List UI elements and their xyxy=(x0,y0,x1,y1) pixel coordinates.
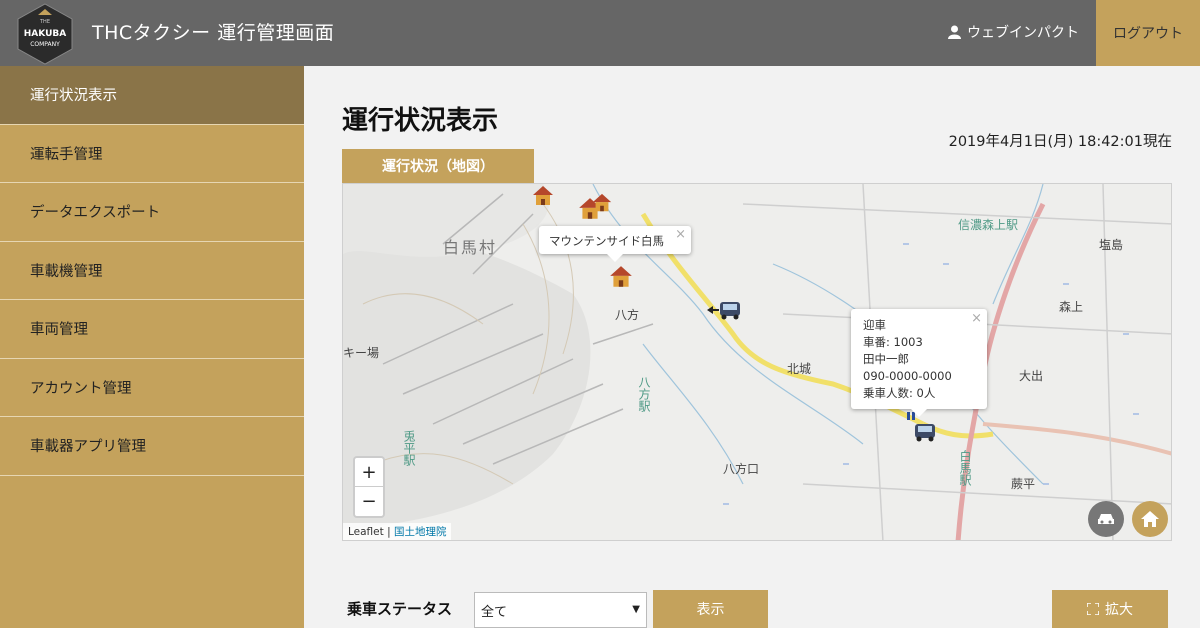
sidebar-item-operation-status[interactable]: 運行状況表示 xyxy=(0,66,304,125)
sidebar-item-onboard-device-management[interactable]: 車載機管理 xyxy=(0,242,304,300)
page-title: 運行状況表示 xyxy=(342,106,499,136)
hotel-marker-icon[interactable] xyxy=(608,264,634,290)
map-view[interactable]: 白馬村 信濃森上駅 塩島 八方 キー場 八方駅 北城 森上 大出 兎平駅 八方口… xyxy=(342,183,1172,541)
vehicle-status: 迎車 xyxy=(863,318,886,332)
hotel-popup: マウンテンサイド白馬 × xyxy=(539,226,691,262)
home-button[interactable] xyxy=(1132,501,1168,537)
logo-line2: HAKUBA xyxy=(24,29,66,39)
vehicle-passengers: 乗車人数: 0人 xyxy=(863,386,936,400)
vehicle-center-button[interactable] xyxy=(1088,501,1124,537)
vehicle-popup: 迎車 車番: 1003 田中一郎 090-0000-0000 乗車人数: 0人 … xyxy=(851,309,987,417)
ride-status-select[interactable]: 全て ▼ xyxy=(474,592,647,628)
current-datetime: 2019年4月1日(月) 18:42:01現在 xyxy=(948,134,1172,150)
map-label-shinano-moriue-station: 信濃森上駅 xyxy=(958,218,1019,232)
expand-icon xyxy=(1087,603,1099,615)
vehicle-phone: 090-0000-0000 xyxy=(863,369,952,383)
sidebar-nav: 運行状況表示 運転手管理 データエクスポート 車載機管理 車両管理 アカウント管… xyxy=(0,66,304,628)
attribution-separator: | xyxy=(383,526,394,538)
zoom-out-button[interactable]: − xyxy=(355,487,383,516)
sidebar-item-driver-management[interactable]: 運転手管理 xyxy=(0,125,304,183)
zoom-in-button[interactable]: + xyxy=(355,458,383,487)
map-label-happo: 八方 xyxy=(615,308,640,322)
expand-button[interactable]: 拡大 xyxy=(1052,590,1168,628)
user-name: ウェブインパクト xyxy=(967,25,1079,41)
show-button[interactable]: 表示 xyxy=(653,590,768,628)
car-icon xyxy=(1098,514,1114,524)
user-icon xyxy=(948,25,961,39)
tab-map-status[interactable]: 運行状況（地図） xyxy=(342,149,534,183)
map-label-hakuba-village: 白馬村 xyxy=(443,238,498,257)
close-icon[interactable]: × xyxy=(675,227,686,242)
map-label-shiojima: 塩島 xyxy=(1099,238,1124,252)
map-label-oode: 大出 xyxy=(1019,369,1044,383)
map-label-hakuba-station: 白馬駅 xyxy=(958,450,972,486)
map-label-usagidaira-station: 兎平駅 xyxy=(402,430,416,466)
sidebar-item-device-app-management[interactable]: 車載器アプリ管理 xyxy=(0,417,304,476)
sidebar-item-vehicle-management[interactable]: 車両管理 xyxy=(0,300,304,359)
map-label-moriue: 森上 xyxy=(1059,300,1084,314)
dropdown-arrow-icon: ▼ xyxy=(632,604,640,615)
current-user: ウェブインパクト xyxy=(948,22,1079,42)
close-icon[interactable]: × xyxy=(971,310,982,327)
attribution-leaflet[interactable]: Leaflet xyxy=(348,526,384,538)
ride-status-selected: 全て xyxy=(481,604,508,620)
sidebar-item-data-export[interactable]: データエクスポート xyxy=(0,183,304,242)
logo-line3: COMPANY xyxy=(30,41,60,48)
map-label-happo-station: 八方駅 xyxy=(637,376,651,412)
expand-label: 拡大 xyxy=(1105,602,1133,618)
taxi-marker-icon[interactable] xyxy=(913,420,937,444)
app-header: THE HAKUBA COMPANY THCタクシー 運行管理画面 ウェブインパ… xyxy=(0,0,1200,66)
map-attribution: Leaflet | 国土地理院 xyxy=(343,523,452,540)
logo-line1: THE xyxy=(39,19,50,25)
sidebar-item-account-management[interactable]: アカウント管理 xyxy=(0,359,304,417)
vehicle-number: 車番: 1003 xyxy=(863,335,923,349)
hotel-marker-icon[interactable] xyxy=(591,192,613,214)
hotel-popup-text: マウンテンサイド白馬 xyxy=(549,234,664,248)
map-label-hokujo: 北城 xyxy=(787,362,812,376)
vehicle-driver: 田中一郎 xyxy=(863,352,909,366)
map-label-warabidaira: 蕨平 xyxy=(1011,477,1036,491)
map-label-ski-area: キー場 xyxy=(343,346,380,360)
home-icon xyxy=(1141,511,1159,527)
hakuba-company-logo: THE HAKUBA COMPANY xyxy=(17,3,73,65)
ride-status-label: 乗車ステータス xyxy=(347,600,453,618)
app-title: THCタクシー 運行管理画面 xyxy=(92,22,335,44)
logout-button[interactable]: ログアウト xyxy=(1096,0,1200,66)
map-label-happo-guchi: 八方口 xyxy=(723,462,760,476)
attribution-gsi-link[interactable]: 国土地理院 xyxy=(394,526,447,538)
hotel-marker-icon[interactable] xyxy=(531,184,555,208)
zoom-control: + − xyxy=(353,456,385,518)
taxi-marker-icon[interactable] xyxy=(707,298,743,322)
